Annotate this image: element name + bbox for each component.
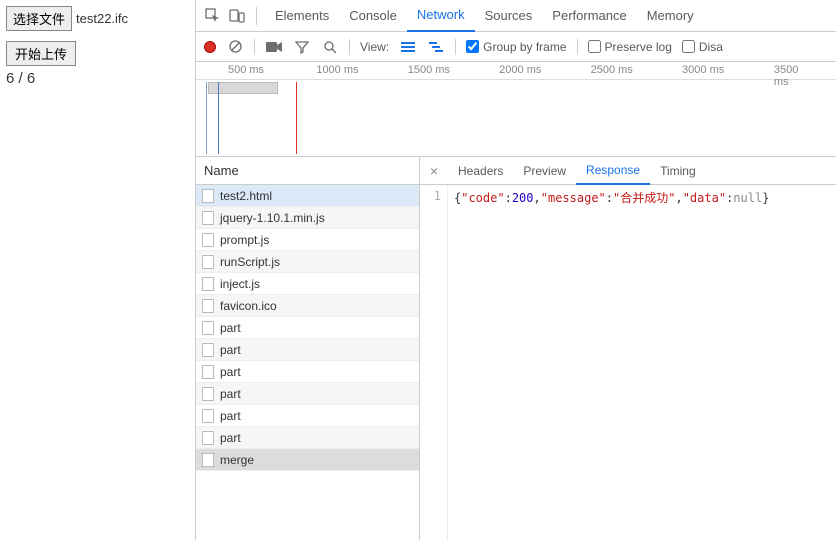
tab-network[interactable]: Network xyxy=(407,0,475,32)
document-icon xyxy=(202,189,214,203)
document-icon xyxy=(202,365,214,379)
document-icon xyxy=(202,343,214,357)
inspect-element-icon[interactable] xyxy=(202,5,224,27)
request-row[interactable]: runScript.js xyxy=(196,251,419,273)
disable-cache-label: Disa xyxy=(699,40,723,54)
preserve-log-label: Preserve log xyxy=(605,40,672,54)
request-row[interactable]: favicon.ico xyxy=(196,295,419,317)
detail-tabs: × HeadersPreviewResponseTiming xyxy=(420,157,836,185)
request-name: part xyxy=(220,321,241,335)
request-name: part xyxy=(220,343,241,357)
request-row[interactable]: part xyxy=(196,427,419,449)
request-row[interactable]: inject.js xyxy=(196,273,419,295)
group-by-frame-checkbox[interactable]: Group by frame xyxy=(466,40,566,54)
preserve-log-checkbox[interactable]: Preserve log xyxy=(588,40,672,54)
request-name: jquery-1.10.1.min.js xyxy=(220,211,325,225)
detail-tab-preview[interactable]: Preview xyxy=(513,157,576,185)
request-row[interactable]: part xyxy=(196,405,419,427)
separator xyxy=(349,39,350,55)
timeline-tick: 1000 ms xyxy=(316,64,358,76)
detail-tab-timing[interactable]: Timing xyxy=(650,157,706,185)
tab-performance[interactable]: Performance xyxy=(542,0,636,32)
document-icon xyxy=(202,211,214,225)
separator xyxy=(254,39,255,55)
chosen-file-name: test22.ifc xyxy=(76,11,128,26)
document-icon xyxy=(202,255,214,269)
timeline-tick: 2000 ms xyxy=(499,64,541,76)
request-row[interactable]: merge xyxy=(196,449,419,471)
camera-icon[interactable] xyxy=(265,38,283,56)
document-icon xyxy=(202,431,214,445)
request-row[interactable]: prompt.js xyxy=(196,229,419,251)
request-name: part xyxy=(220,387,241,401)
disable-cache-checkbox[interactable]: Disa xyxy=(682,40,723,54)
request-name: part xyxy=(220,409,241,423)
devtools-tabs: ElementsConsoleNetworkSourcesPerformance… xyxy=(196,0,836,32)
network-content: Name test2.html jquery-1.10.1.min.js promp… xyxy=(196,157,836,540)
request-name: part xyxy=(220,365,241,379)
detail-tab-response[interactable]: Response xyxy=(576,157,650,185)
waterfall-overview xyxy=(196,80,836,157)
request-row[interactable]: part xyxy=(196,339,419,361)
timeline-tick: 1500 ms xyxy=(408,64,450,76)
timeline-tick: 500 ms xyxy=(228,64,264,76)
separator xyxy=(256,7,257,25)
separator xyxy=(577,39,578,55)
start-upload-button[interactable]: 开始上传 xyxy=(6,41,76,66)
document-icon xyxy=(202,453,214,467)
document-icon xyxy=(202,299,214,313)
filter-icon[interactable] xyxy=(293,38,311,56)
request-name: merge xyxy=(220,453,254,467)
request-name: favicon.ico xyxy=(220,299,277,313)
tab-memory[interactable]: Memory xyxy=(637,0,704,32)
request-row[interactable]: part xyxy=(196,361,419,383)
tab-console[interactable]: Console xyxy=(339,0,407,32)
file-chooser-row: 选择文件 test22.ifc xyxy=(6,6,189,31)
document-icon xyxy=(202,387,214,401)
timeline-tick: 2500 ms xyxy=(591,64,633,76)
name-column-header[interactable]: Name xyxy=(196,157,419,185)
network-toolbar: View: Group by frame Preserve log Disa xyxy=(196,32,836,62)
request-row[interactable]: test2.html xyxy=(196,185,419,207)
request-name: prompt.js xyxy=(220,233,269,247)
document-icon xyxy=(202,233,214,247)
clear-icon[interactable] xyxy=(226,38,244,56)
separator xyxy=(455,39,456,55)
request-name: part xyxy=(220,431,241,445)
group-by-frame-label: Group by frame xyxy=(483,40,566,54)
response-code: {"code":200,"message":"合并成功","data":null… xyxy=(448,185,836,540)
record-button[interactable] xyxy=(204,41,216,53)
response-body[interactable]: 1 {"code":200,"message":"合并成功","data":nu… xyxy=(420,185,836,540)
request-row[interactable]: part xyxy=(196,383,419,405)
request-name: test2.html xyxy=(220,189,272,203)
choose-file-button[interactable]: 选择文件 xyxy=(6,6,72,31)
view-waterfall-icon[interactable] xyxy=(427,40,445,54)
request-row[interactable]: jquery-1.10.1.min.js xyxy=(196,207,419,229)
line-gutter: 1 xyxy=(420,185,448,540)
request-detail-panel: × HeadersPreviewResponseTiming 1 {"code"… xyxy=(420,157,836,540)
document-icon xyxy=(202,409,214,423)
request-row[interactable]: part xyxy=(196,317,419,339)
upload-progress: 6 / 6 xyxy=(6,70,189,87)
view-label: View: xyxy=(360,40,389,54)
devtools-panel: ElementsConsoleNetworkSourcesPerformance… xyxy=(195,0,836,540)
tab-sources[interactable]: Sources xyxy=(475,0,543,32)
request-name: runScript.js xyxy=(220,255,280,269)
device-toggle-icon[interactable] xyxy=(226,5,248,27)
page-panel: 选择文件 test22.ifc 开始上传 6 / 6 xyxy=(0,0,195,540)
request-list[interactable]: test2.html jquery-1.10.1.min.js prompt.js r… xyxy=(196,185,419,540)
detail-tab-headers[interactable]: Headers xyxy=(448,157,513,185)
close-detail-icon[interactable]: × xyxy=(424,161,444,181)
tab-elements[interactable]: Elements xyxy=(265,0,339,32)
document-icon xyxy=(202,321,214,335)
request-list-panel: Name test2.html jquery-1.10.1.min.js promp… xyxy=(196,157,420,540)
request-name: inject.js xyxy=(220,277,260,291)
document-icon xyxy=(202,277,214,291)
view-list-icon[interactable] xyxy=(399,40,417,54)
timeline-tick: 3000 ms xyxy=(682,64,724,76)
network-timeline[interactable]: 500 ms 1000 ms 1500 ms 2000 ms 2500 ms 3000 m… xyxy=(196,62,836,157)
search-icon[interactable] xyxy=(321,38,339,56)
